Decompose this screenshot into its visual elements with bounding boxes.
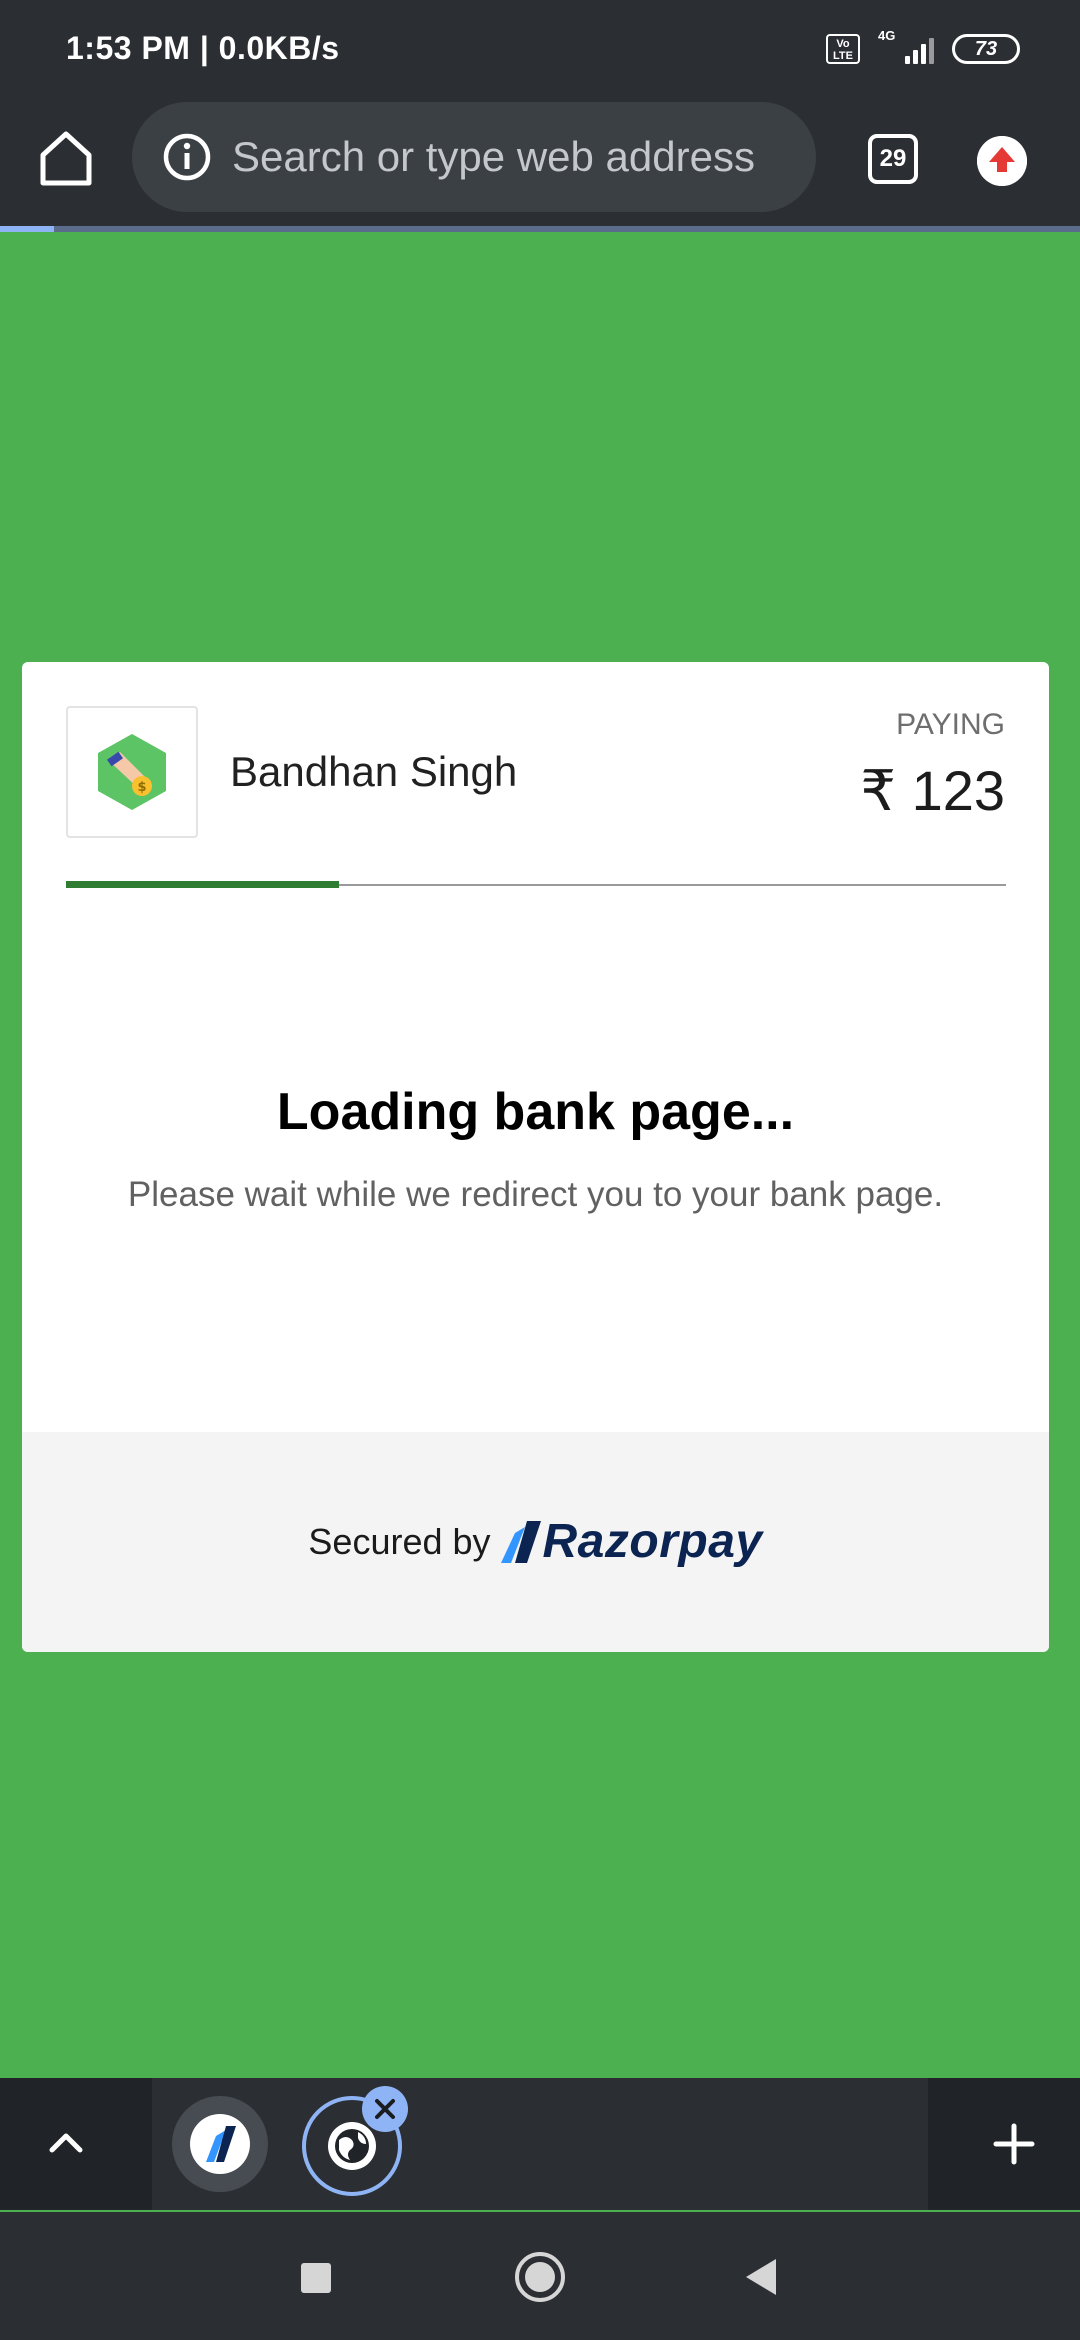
browser-toolbar: 29	[0, 100, 1080, 228]
new-tab-button[interactable]	[948, 2078, 1080, 2210]
card-footer: Secured by Razorpay	[22, 1432, 1049, 1652]
plus-icon	[993, 2123, 1035, 2165]
update-arrow-icon	[977, 136, 1027, 186]
signal-icon: 4G	[878, 28, 934, 66]
payment-card: $ Bandhan Singh PAYING ₹ 123 Loading ban…	[22, 662, 1049, 1652]
paying-label: PAYING	[896, 708, 1005, 741]
battery-icon: 73	[952, 34, 1020, 64]
razorpay-brand: Razorpay	[542, 1515, 763, 1568]
recents-icon	[301, 2263, 331, 2293]
tab-strip	[0, 2078, 1080, 2210]
razorpay-mark-icon	[500, 1520, 541, 1563]
collapse-tab-strip-button[interactable]	[0, 2078, 132, 2210]
update-button[interactable]	[977, 136, 1027, 186]
razorpay-favicon-icon	[190, 2114, 250, 2174]
merchant-logo: $	[66, 706, 198, 838]
recents-button[interactable]	[280, 2242, 350, 2312]
loading-subtitle: Please wait while we redirect you to you…	[127, 1175, 944, 1214]
strip-tab-razorpay[interactable]	[172, 2096, 268, 2192]
volte-icon: Vo LTE	[826, 34, 860, 64]
chevron-up-icon	[49, 2133, 83, 2153]
address-bar[interactable]	[132, 102, 816, 212]
close-tab-button[interactable]	[362, 2086, 408, 2132]
payment-progress	[66, 881, 1006, 888]
battery-level: 73	[974, 38, 998, 60]
info-icon[interactable]	[162, 132, 212, 182]
signal-bars	[905, 38, 934, 64]
home-icon	[40, 131, 92, 186]
secured-label: Secured by	[308, 1520, 491, 1562]
merchant-logo-icon: $	[98, 734, 166, 810]
system-home-button[interactable]	[505, 2242, 575, 2312]
svg-text:$: $	[137, 780, 146, 795]
back-icon	[746, 2259, 776, 2295]
paying-amount: ₹ 123	[860, 759, 1005, 822]
close-icon	[375, 2099, 395, 2119]
secured-by: Secured by Razorpay	[22, 1514, 1049, 1569]
loading-title: Loading bank page...	[276, 1083, 795, 1141]
home-button[interactable]	[38, 128, 94, 188]
razorpay-logo: Razorpay	[500, 1514, 763, 1569]
system-nav-bar	[0, 2212, 1080, 2340]
status-time: 1:53 PM | 0.0KB/s	[66, 30, 340, 66]
volte-label: Vo LTE	[833, 38, 853, 62]
tab-strip-scroll	[152, 2078, 928, 2210]
status-icons: Vo LTE 4G 73	[826, 28, 1020, 66]
page-load-progress	[0, 226, 1080, 232]
status-bar: 1:53 PM | 0.0KB/s Vo LTE 4G 73	[0, 0, 1080, 100]
tab-switcher-button[interactable]: 29	[868, 134, 918, 184]
back-button[interactable]	[726, 2242, 796, 2312]
merchant-name: Bandhan Singh	[230, 748, 518, 795]
page-load-progress-fill	[0, 226, 54, 232]
home-circle-icon	[515, 2252, 565, 2302]
network-type: 4G	[878, 28, 896, 43]
payment-progress-fill	[66, 881, 339, 888]
address-input[interactable]	[230, 102, 790, 212]
